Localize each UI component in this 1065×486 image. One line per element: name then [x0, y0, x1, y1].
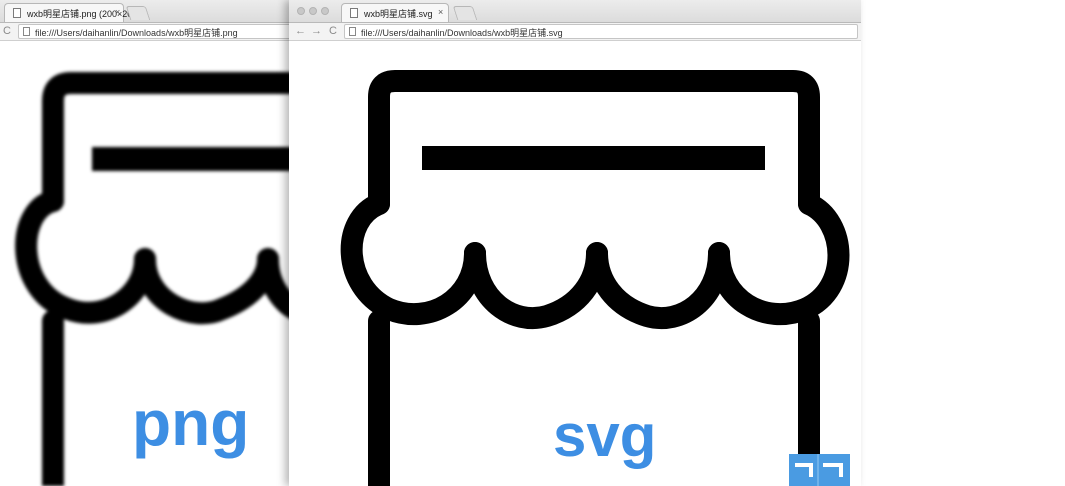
url-text: file:///Users/daihanlin/Downloads/wxb明星店…	[361, 28, 563, 38]
svg-caption: svg	[553, 402, 657, 469]
close-window-button[interactable]	[297, 7, 305, 15]
toolbar: C file:///Users/daihanlin/Downloads/wxb明…	[0, 23, 300, 41]
minimize-window-button[interactable]	[309, 7, 317, 15]
tab-png[interactable]: wxb明星店铺.png (200×200) ×	[4, 3, 140, 22]
url-text: file:///Users/daihanlin/Downloads/wxb明星店…	[35, 28, 238, 38]
browser-window-png: wxb明星店铺.png (200×200) × C file:///Users/…	[0, 0, 300, 486]
reload-icon[interactable]: C	[329, 24, 337, 38]
page-content: png	[0, 41, 300, 486]
back-arrow-icon[interactable]: ←	[295, 24, 306, 38]
png-caption: png	[132, 387, 250, 459]
file-icon	[23, 27, 30, 36]
toolbar: ← → C file:///Users/daihanlin/Downloads/…	[289, 23, 861, 41]
tab-strip: wxb明星店铺.png (200×200) ×	[0, 0, 300, 23]
new-tab-icon[interactable]	[125, 6, 151, 20]
zoom-window-button[interactable]	[321, 7, 329, 15]
address-bar[interactable]: file:///Users/daihanlin/Downloads/wxb明星店…	[18, 24, 300, 39]
file-icon	[350, 8, 358, 18]
reload-icon[interactable]: C	[3, 24, 11, 38]
close-icon[interactable]: ×	[438, 7, 443, 17]
browser-window-svg: wxb明星店铺.svg × ← → C file:///Users/daihan…	[289, 0, 861, 486]
file-icon	[349, 27, 356, 36]
page-content: svg	[289, 41, 861, 486]
watermark-logo-icon	[789, 454, 850, 486]
tab-strip: wxb明星店铺.svg ×	[289, 0, 861, 23]
address-bar[interactable]: file:///Users/daihanlin/Downloads/wxb明星店…	[344, 24, 858, 39]
forward-arrow-icon[interactable]: →	[311, 24, 322, 38]
tab-svg[interactable]: wxb明星店铺.svg ×	[341, 3, 449, 22]
file-icon	[13, 8, 21, 18]
tab-title: wxb明星店铺.png (200×200)	[27, 9, 141, 19]
close-icon[interactable]: ×	[115, 7, 120, 17]
tab-title: wxb明星店铺.svg	[364, 9, 433, 19]
new-tab-icon[interactable]	[452, 6, 478, 20]
